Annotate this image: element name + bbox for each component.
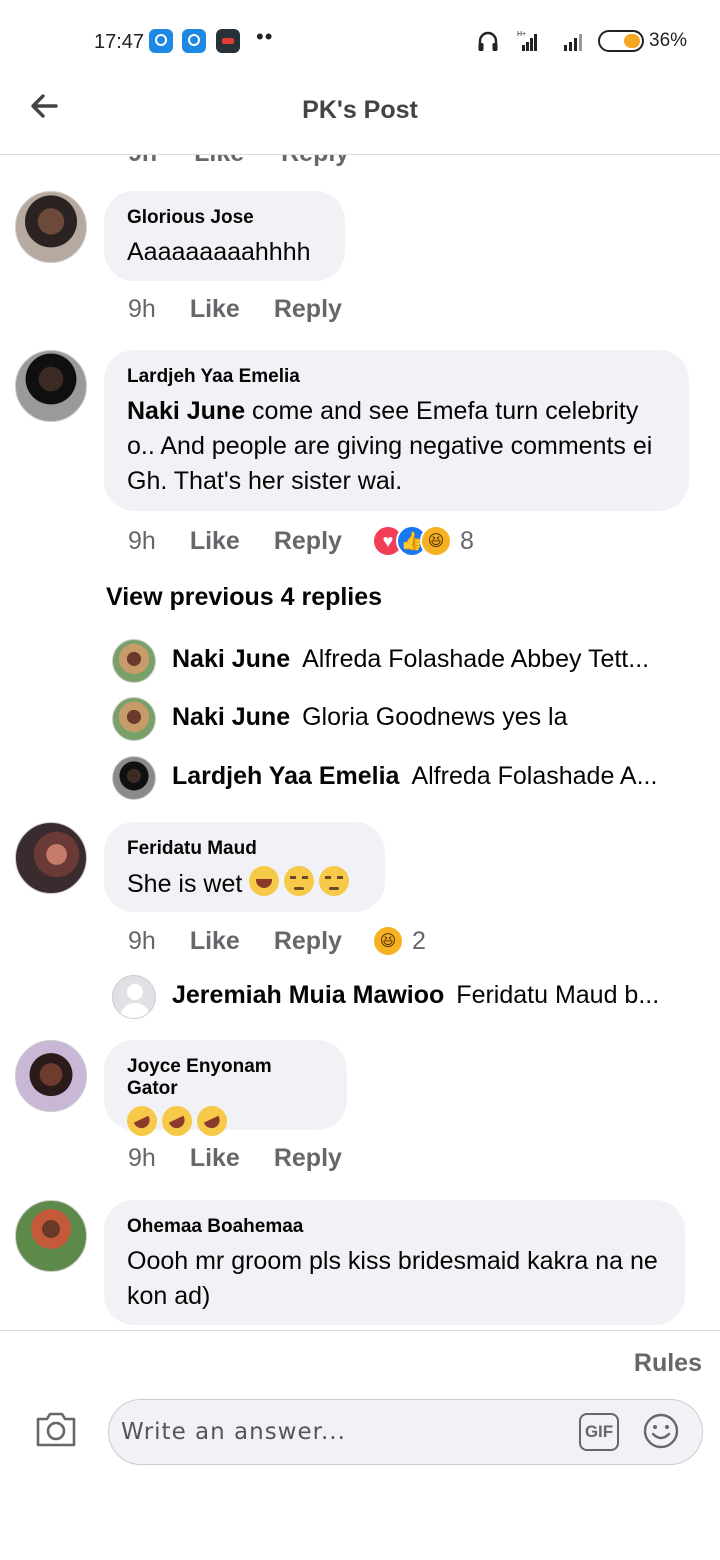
reply-author[interactable]: Naki June (172, 645, 290, 673)
comment-time: 9h (128, 155, 157, 167)
comment-author[interactable]: Joyce Enyonam Gator (127, 1056, 323, 1100)
status-time: 17:47 (94, 31, 145, 53)
reply-text: Alfreda Folashade Abbey Tett... (302, 645, 650, 673)
avatar[interactable] (15, 191, 87, 263)
reaction-summary[interactable]: 😆 2 (371, 925, 426, 957)
rolling-on-the-floor-laughing-icon (122, 1101, 162, 1141)
viber-icon (182, 29, 206, 53)
signal-icon (564, 34, 582, 51)
comment-actions: 9h Like Reply (128, 295, 376, 324)
face-with-tears-of-joy-icon (249, 866, 280, 896)
comment-time: 9h (128, 295, 156, 323)
reaction-summary[interactable]: ♥ 👍 😆 8 (371, 525, 474, 557)
comment-text: Aaaaaaaaahhhh (127, 238, 311, 266)
comment-text: She is wet (127, 866, 361, 902)
reply-text: Feridatu Maud b... (456, 981, 660, 1009)
reply-item[interactable]: Naki June Gloria Goodnews yes la (112, 697, 692, 741)
like-button[interactable]: Like (194, 155, 244, 167)
reaction-count: 2 (411, 926, 426, 955)
rolling-on-the-floor-laughing-icon (192, 1101, 232, 1141)
comment-bubble[interactable]: Feridatu Maud She is wet (104, 822, 385, 912)
emoji-picker-icon[interactable] (642, 1412, 680, 1450)
avatar[interactable] (15, 1200, 87, 1272)
like-button[interactable]: Like (190, 1144, 240, 1173)
reply-item[interactable]: Lardjeh Yaa Emelia Alfreda Folashade A... (112, 756, 692, 800)
comment-bubble[interactable]: Glorious Jose Aaaaaaaaahhhh (104, 191, 345, 281)
view-previous-replies-link[interactable]: View previous 4 replies (106, 583, 382, 612)
rules-link[interactable]: Rules (634, 1349, 702, 1378)
comment-author[interactable]: Glorious Jose (127, 207, 321, 229)
comment-input[interactable] (121, 1412, 551, 1452)
reply-text: Gloria Goodnews yes la (302, 703, 568, 731)
avatar[interactable] (112, 697, 156, 741)
reaction-count: 8 (459, 526, 474, 555)
comment-text: Naki June come and see Emefa turn celebr… (127, 394, 665, 499)
more-dots-icon: •• (256, 24, 274, 49)
reply-button[interactable]: Reply (274, 527, 342, 556)
reply-author[interactable]: Jeremiah Muia Mawioo (172, 981, 444, 1009)
like-button[interactable]: Like (190, 295, 240, 324)
reply-button[interactable]: Reply (281, 155, 349, 167)
rolling-on-the-floor-laughing-icon (157, 1101, 197, 1141)
comment-author[interactable]: Ohemaa Boahemaa (127, 1216, 661, 1238)
comment-time: 9h (128, 1144, 156, 1172)
comment-input-box[interactable]: GIF (108, 1399, 703, 1465)
reply-preview: Naki June Gloria Goodnews yes la (172, 703, 682, 732)
reply-button[interactable]: Reply (274, 927, 342, 956)
comment-actions: 9h Like Reply (128, 1144, 376, 1173)
comment-author[interactable]: Feridatu Maud (127, 838, 361, 860)
signal-icon: H+ (517, 31, 537, 51)
battery-icon (598, 30, 644, 52)
unamused-face-icon (319, 866, 350, 896)
avatar[interactable] (112, 756, 156, 800)
comment-composer-area: Rules GIF (0, 1330, 720, 1560)
comment-bubble[interactable]: Lardjeh Yaa Emelia Naki June come and se… (104, 350, 689, 511)
headset-icon (478, 31, 498, 51)
comment-actions: 9h Like Reply 😆 2 (128, 925, 426, 957)
reply-author[interactable]: Naki June (172, 703, 290, 731)
avatar[interactable] (112, 639, 156, 683)
reply-preview: Naki June Alfreda Folashade Abbey Tett... (172, 645, 682, 674)
status-bar: 17:47 •• H+ 36% (0, 0, 720, 78)
avatar[interactable] (15, 1040, 87, 1112)
comment-bubble[interactable]: Ohemaa Boahemaa Oooh mr groom pls kiss b… (104, 1200, 685, 1325)
haha-reaction-icon: 😆 (371, 925, 404, 957)
reply-button[interactable]: Reply (274, 295, 342, 324)
previous-comment-actions: 9h Like Reply (128, 155, 379, 168)
comment-author[interactable]: Lardjeh Yaa Emelia (127, 366, 665, 388)
reply-item[interactable]: Jeremiah Muia Mawioo Feridatu Maud b... (112, 975, 692, 1019)
gif-button[interactable]: GIF (579, 1413, 619, 1451)
reply-author[interactable]: Lardjeh Yaa Emelia (172, 762, 399, 790)
camera-icon[interactable] (34, 1409, 78, 1449)
comment-feed[interactable]: 9h Like Reply Glorious Jose Aaaaaaaaahhh… (0, 155, 720, 1330)
comment-bubble[interactable]: Joyce Enyonam Gator (104, 1040, 347, 1141)
reply-text: Alfreda Folashade A... (411, 762, 658, 790)
avatar[interactable] (15, 822, 87, 894)
comment-time: 9h (128, 526, 156, 555)
page-title: PK's Post (302, 96, 418, 124)
reply-item[interactable]: Naki June Alfreda Folashade Abbey Tett... (112, 639, 692, 683)
reply-preview: Jeremiah Muia Mawioo Feridatu Maud b... (172, 981, 682, 1010)
comment-actions: 9h Like Reply ♥ 👍 😆 8 (128, 525, 474, 557)
comment-time: 9h (128, 926, 156, 955)
mention-link[interactable]: Naki June (127, 397, 245, 425)
comment-text: Oooh mr groom pls kiss bridesmaid kakra … (127, 1247, 658, 1310)
post-header: PK's Post (0, 78, 720, 155)
reply-preview: Lardjeh Yaa Emelia Alfreda Folashade A... (172, 762, 682, 791)
unamused-face-icon (284, 866, 315, 896)
app-icon (216, 29, 240, 53)
comment-text-body: She is wet (127, 870, 243, 898)
avatar[interactable] (15, 350, 87, 422)
viber-icon (149, 29, 173, 53)
battery-percent: 36% (649, 30, 688, 51)
like-button[interactable]: Like (190, 527, 240, 556)
svg-text:H+: H+ (517, 31, 526, 38)
haha-reaction-icon: 😆 (419, 525, 452, 557)
like-button[interactable]: Like (190, 927, 240, 956)
comment-text (122, 1101, 323, 1142)
reply-button[interactable]: Reply (274, 1144, 342, 1173)
default-avatar-icon[interactable] (112, 975, 156, 1019)
